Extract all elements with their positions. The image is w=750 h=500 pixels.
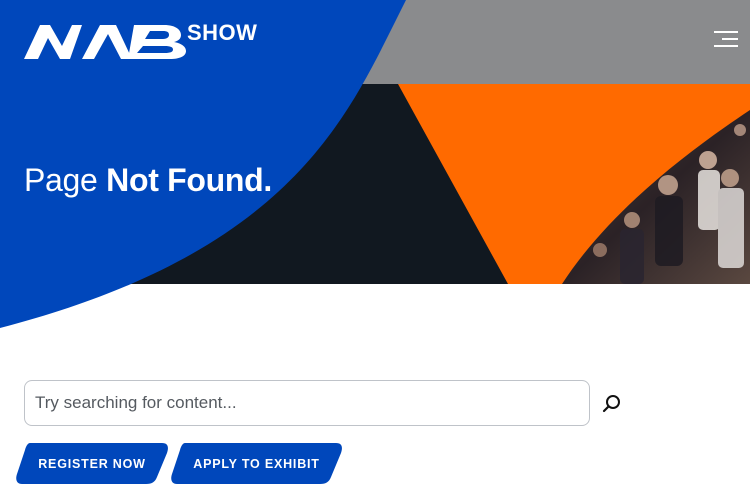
register-now-label: REGISTER NOW (38, 456, 146, 471)
hamburger-menu-icon[interactable] (708, 26, 744, 52)
page-title-light: Page (24, 162, 98, 198)
nab-show-logo[interactable]: SHOW (24, 20, 264, 64)
page-title: Page Not Found. (24, 162, 272, 199)
apply-to-exhibit-button[interactable]: APPLY TO EXHIBIT (171, 443, 342, 484)
search-input[interactable] (24, 380, 590, 426)
search-icon[interactable] (600, 392, 624, 416)
logo-suffix: SHOW (187, 20, 258, 45)
gray-band (340, 0, 750, 84)
apply-to-exhibit-label: APPLY TO EXHIBIT (193, 456, 320, 471)
register-now-button[interactable]: REGISTER NOW (16, 443, 168, 484)
search-field (24, 380, 590, 426)
page-title-bold: Not Found. (106, 162, 272, 198)
